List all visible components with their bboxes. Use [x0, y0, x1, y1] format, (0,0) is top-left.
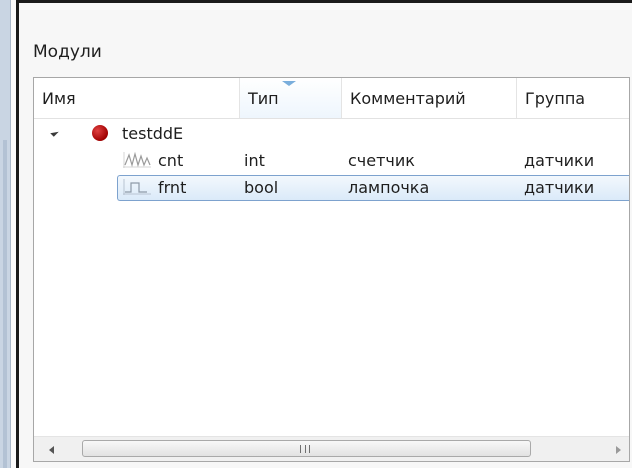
scroll-left-button[interactable]	[40, 437, 62, 461]
column-header-label: Тип	[248, 89, 279, 108]
table-row[interactable]: cnt int счетчик датчики	[34, 147, 629, 174]
scrollbar-grip-icon	[300, 445, 310, 453]
table-row-selected[interactable]: frnt bool лампочка датчики	[34, 174, 629, 201]
column-header-label: Группа	[525, 89, 586, 108]
column-header-label: Комментарий	[350, 89, 466, 108]
analog-signal-icon	[123, 151, 151, 168]
scroll-right-arrow-icon	[615, 445, 621, 454]
group-name: testddE	[122, 124, 184, 143]
expanded-triangle-icon[interactable]	[50, 128, 59, 137]
cell-name: cnt	[158, 151, 184, 170]
sort-descending-icon	[282, 81, 296, 86]
cell-group: датчики	[524, 151, 595, 170]
cell-group: датчики	[524, 178, 595, 197]
module-status-dot-icon	[92, 125, 108, 141]
column-header-name[interactable]: Имя	[34, 78, 240, 118]
modules-tree-table[interactable]: Имя Тип Комментарий Группа testddE cnt i…	[33, 77, 630, 462]
scrollbar-thumb[interactable]	[82, 440, 531, 457]
column-header-group[interactable]: Группа	[517, 78, 629, 118]
cell-comment: счетчик	[348, 151, 415, 170]
horizontal-scrollbar[interactable]	[34, 436, 629, 461]
column-header-label: Имя	[42, 89, 76, 108]
tree-group-row[interactable]: testddE	[34, 120, 629, 147]
window-frame: Модули Имя Тип Комментарий Группа testdd…	[0, 0, 632, 468]
table-header: Имя Тип Комментарий Группа	[34, 78, 629, 119]
cell-type: int	[244, 151, 265, 170]
panel-title: Модули	[33, 42, 102, 62]
scroll-right-button[interactable]	[607, 437, 629, 461]
discrete-signal-icon	[123, 179, 151, 195]
cell-name: frnt	[158, 178, 187, 197]
cell-type: bool	[244, 178, 279, 197]
column-header-comment[interactable]: Комментарий	[342, 78, 517, 118]
left-splitter-grip	[3, 140, 7, 468]
cell-comment: лампочка	[348, 178, 430, 197]
column-header-type[interactable]: Тип	[240, 78, 342, 118]
left-splitter[interactable]	[0, 0, 11, 468]
scroll-left-arrow-icon	[48, 445, 54, 454]
